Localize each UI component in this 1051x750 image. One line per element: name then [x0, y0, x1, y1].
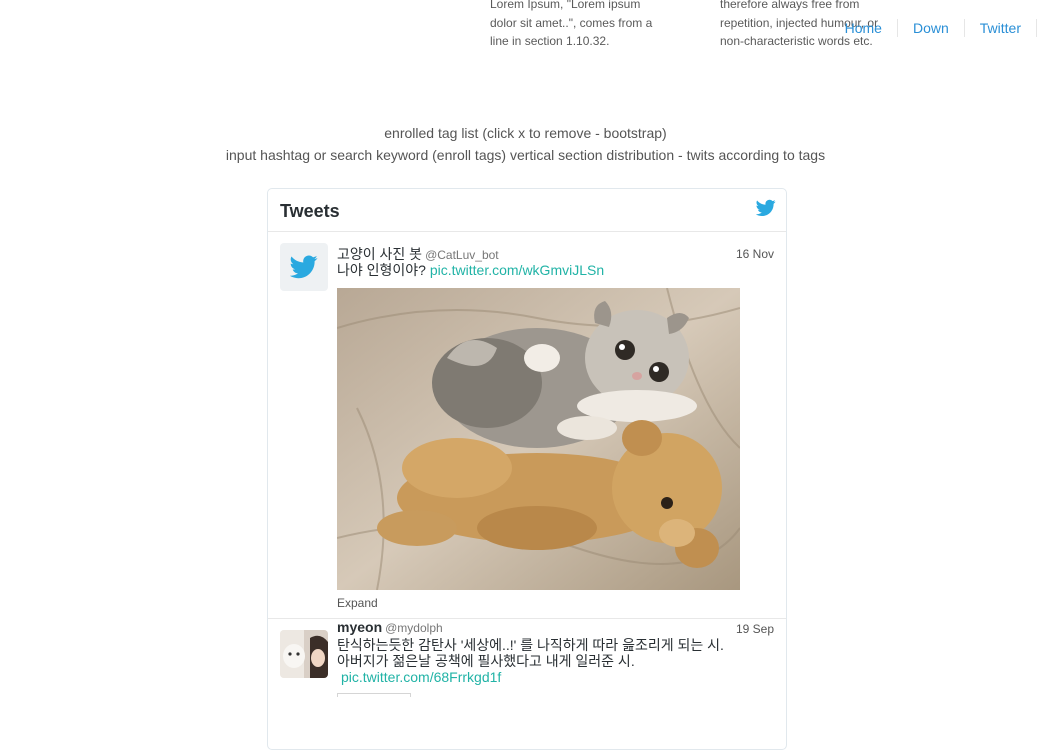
- tweet-date[interactable]: 19 Sep: [736, 622, 774, 636]
- tweet-actions-bar: [337, 693, 411, 697]
- tweet-body-line: 아버지가 젊은날 공책에 필사했다고 내게 일러준 시.: [337, 653, 635, 669]
- tweet-item: 고양이 사진 봇 @CatLuv_bot 16 Nov 나야 인형이야? pic.…: [268, 232, 786, 619]
- lorem-line: therefore always free from: [720, 0, 860, 11]
- tweet-media-link[interactable]: pic.twitter.com/68Frrkgd1f: [341, 669, 501, 685]
- author-name: 고양이 사진 봇: [337, 246, 423, 262]
- user-avatar-image: [280, 630, 328, 678]
- tweet-body-line: 탄식하는듯한 감탄사 '세상에..!' 를 나직하게 따라 읊조리게 되는 시.: [337, 637, 724, 653]
- twitter-timeline-widget: Tweets 고양이 사진 봇 @CatLuv_bot 16 Nov 나야 인형이…: [267, 188, 787, 750]
- author-screen-name: @mydolph: [385, 621, 443, 635]
- lorem-line: Lorem Ipsum, "Lorem ipsum: [490, 0, 641, 11]
- description-line-2: input hashtag or search keyword (enroll …: [225, 147, 826, 163]
- avatar[interactable]: [280, 630, 328, 678]
- twitter-bird-icon: [290, 255, 318, 279]
- tweet-media-link[interactable]: pic.twitter.com/wkGmviJLSn: [430, 262, 604, 278]
- tweet-body: 나야 인형이야?: [337, 262, 426, 278]
- lorem-column-left: Lorem Ipsum, "Lorem ipsum dolor sit amet…: [490, 0, 665, 51]
- kitten-photo-illustration: [337, 288, 740, 590]
- expand-link[interactable]: Expand: [337, 596, 378, 610]
- nav-twitter-link[interactable]: Twitter: [965, 19, 1037, 37]
- nav-down-link[interactable]: Down: [898, 19, 965, 37]
- lorem-line: line in section 1.10.32.: [490, 34, 610, 48]
- lorem-line: dolor sit amet..", comes from a: [490, 15, 653, 30]
- description-line-1: enrolled tag list (click x to remove - b…: [384, 125, 667, 141]
- top-nav: Home Down Twitter: [830, 19, 1037, 37]
- avatar[interactable]: [280, 243, 328, 291]
- tweet-author[interactable]: 고양이 사진 봇 @CatLuv_bot: [337, 244, 499, 264]
- tweet-text: 나야 인형이야? pic.twitter.com/wkGmviJLSn: [337, 262, 777, 279]
- widget-header: Tweets: [268, 189, 786, 232]
- author-screen-name: @CatLuv_bot: [425, 248, 499, 262]
- tweet-photo-kitten-with-teddy-bear[interactable]: [337, 288, 740, 590]
- author-name: myeon: [337, 619, 383, 635]
- tweet-item: myeon @mydolph 19 Sep 탄식하는듯한 감탄사 '세상에..!'…: [268, 619, 786, 739]
- widget-title[interactable]: Tweets: [280, 201, 340, 222]
- tweet-author[interactable]: myeon @mydolph: [337, 619, 443, 635]
- twitter-bird-icon[interactable]: [756, 199, 776, 217]
- tweet-date[interactable]: 16 Nov: [736, 247, 774, 261]
- nav-home-link[interactable]: Home: [830, 19, 898, 37]
- tweet-text: 탄식하는듯한 감탄사 '세상에..!' 를 나직하게 따라 읊조리게 되는 시.…: [337, 637, 777, 685]
